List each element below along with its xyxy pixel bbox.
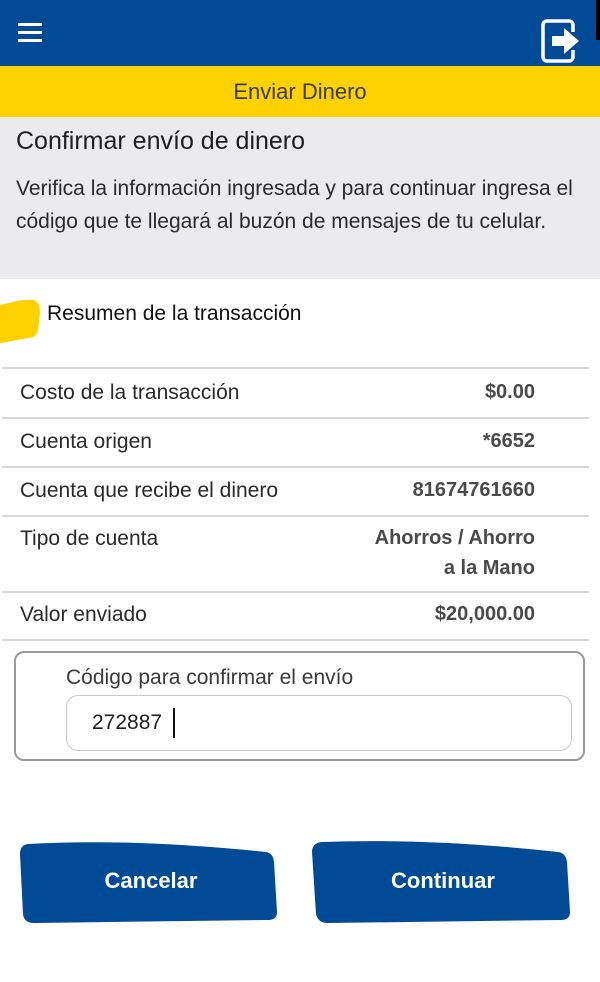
row-label: Valor enviado <box>20 603 147 626</box>
continue-button-label: Continuar <box>391 867 495 893</box>
screen-edge-divider <box>596 0 600 40</box>
logout-icon[interactable] <box>540 18 582 64</box>
continue-button[interactable]: Continuar <box>312 838 574 923</box>
cancel-button[interactable]: Cancelar <box>20 838 282 923</box>
row-value: Ahorros / Ahorro a la Mano <box>375 523 535 583</box>
page-description: Verifica la información ingresada y para… <box>16 177 573 233</box>
top-app-bar <box>0 0 600 66</box>
text-cursor <box>173 708 175 738</box>
row-value: $20,000.00 <box>434 603 535 625</box>
summary-row-amount: Valor enviado $20,000.00 <box>2 591 589 641</box>
cancel-button-label: Cancelar <box>104 867 198 893</box>
row-label: Cuenta origen <box>20 430 152 453</box>
intro-panel: Confirmar envío de dinero Verifica la in… <box>0 117 600 279</box>
summary-row-destination-account: Cuenta que recibe el dinero 81674761660 <box>2 466 589 515</box>
row-value-line: a la Mano <box>443 557 535 579</box>
page-title: Confirmar envío de dinero <box>16 127 306 155</box>
row-value: $0.00 <box>484 381 535 403</box>
row-value: 81674761660 <box>412 479 535 501</box>
summary-row-account-type: Tipo de cuenta Ahorros / Ahorro a la Man… <box>2 515 589 591</box>
confirmation-code-input[interactable] <box>66 695 572 751</box>
row-label: Costo de la transacción <box>20 381 240 404</box>
row-label: Tipo de cuenta <box>20 527 159 550</box>
section-accent-shape <box>0 300 40 344</box>
confirmation-code-panel: Código para confirmar el envío <box>14 651 585 761</box>
row-label: Cuenta que recibe el dinero <box>20 479 279 502</box>
row-value: *6652 <box>482 430 535 452</box>
section-banner: Enviar Dinero <box>0 66 600 117</box>
transaction-summary-table: Costo de la transacción $0.00 Cuenta ori… <box>2 367 589 641</box>
row-value-line: Ahorros / Ahorro <box>374 527 535 549</box>
hamburger-menu-icon[interactable] <box>18 23 42 43</box>
summary-title: Resumen de la transacción <box>47 302 302 325</box>
confirmation-code-label: Código para confirmar el envío <box>66 666 354 689</box>
summary-row-cost: Costo de la transacción $0.00 <box>2 367 589 417</box>
summary-row-source-account: Cuenta origen *6652 <box>2 417 589 466</box>
